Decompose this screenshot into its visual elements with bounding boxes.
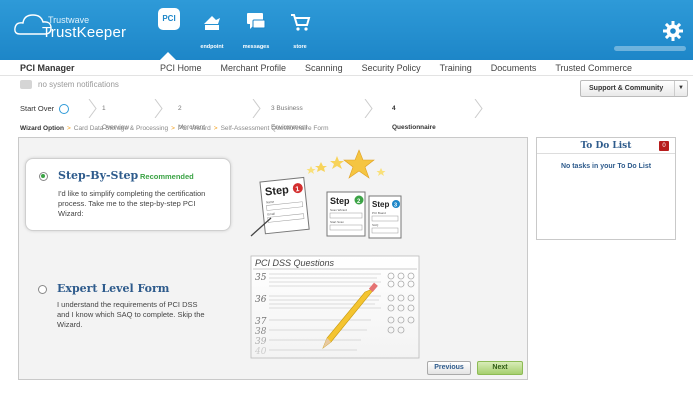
wizard-option-panel: Step-By-Step Recommended I'd like to sim… <box>18 137 528 380</box>
pci-icon: PCI <box>158 8 180 30</box>
support-community-button[interactable]: Support & Community ▼ <box>580 80 688 97</box>
svg-text:Start Scan: Start Scan <box>330 220 344 224</box>
menu-scanning[interactable]: Scanning <box>305 63 343 73</box>
system-notifications: no system notifications <box>20 80 119 89</box>
step3-label: Step <box>372 200 389 209</box>
svg-text:36: 36 <box>255 295 267 305</box>
expert-level-radio[interactable] <box>38 285 47 294</box>
nav-store-label: store <box>293 44 307 50</box>
chevron-right-icon <box>364 99 373 118</box>
breadcrumb-saq-form[interactable]: Self-Assessment Questionnaire Form <box>221 125 329 132</box>
step-by-step-desc-line3: Wizard: <box>58 209 84 218</box>
top-navigation: PCI endpoint messages store <box>146 0 322 60</box>
step-by-step-desc-line2: process. Take me to the step-by-step PCI <box>58 199 196 208</box>
step-cards-illustration: Step 1 Name Email Step 2 Scan Wizard Sta… <box>250 149 402 239</box>
questionnaire-form-illustration: PCI DSS Questions 35 36 37 38 39 40 <box>250 255 420 359</box>
todo-list-header: To Do List 0 <box>537 138 675 154</box>
nav-endpoint-label: endpoint <box>200 44 224 50</box>
step3-number: 3 <box>394 203 397 209</box>
main-menu: PCI Home Merchant Profile Scanning Secur… <box>160 63 651 73</box>
breadcrumb-card-data[interactable]: Card Data Storage & Processing <box>74 125 168 132</box>
todo-list-panel: To Do List 0 No tasks in your To Do List <box>536 137 676 240</box>
messages-icon <box>247 13 266 29</box>
user-account-area[interactable] <box>614 46 686 51</box>
start-over-link[interactable]: Start Over <box>20 100 70 117</box>
wizard-step-overview[interactable]: 1 Overview <box>102 99 129 131</box>
expert-level-desc-line3: Wizard. <box>57 320 83 329</box>
todo-empty-message: No tasks in your To Do List <box>560 163 652 170</box>
stars-icon <box>306 149 386 179</box>
chevron-right-icon <box>154 99 163 118</box>
chevron-right-icon <box>88 99 97 118</box>
svg-text:39: 39 <box>255 337 267 347</box>
menu-pci-home[interactable]: PCI Home <box>160 63 202 73</box>
next-button[interactable]: Next <box>477 361 523 375</box>
svg-text:40: 40 <box>254 347 267 357</box>
svg-text:35: 35 <box>255 273 267 283</box>
menu-training[interactable]: Training <box>440 63 472 73</box>
chevron-right-icon <box>474 99 483 118</box>
notification-bubble-icon <box>20 80 32 89</box>
step-by-step-desc-line1: I'd like to simplify completing the cert… <box>58 189 206 198</box>
breadcrumb: Wizard Option > Card Data Storage & Proces… <box>20 125 329 132</box>
app-navigation: PCI Manager PCI Home Merchant Profile Sc… <box>0 60 693 76</box>
nav-pci[interactable]: PCI <box>146 0 190 60</box>
form-title: PCI DSS Questions <box>255 258 335 268</box>
nav-endpoint[interactable]: endpoint <box>190 0 234 60</box>
top-bar: Trustwave TrustKeeper PCI endpoint messa… <box>0 0 693 60</box>
step-by-step-radio[interactable] <box>39 172 48 181</box>
svg-text:PCI Board: PCI Board <box>372 211 386 215</box>
expert-level-desc-line2: and I know which SAQ to complete. Skip t… <box>57 310 205 319</box>
nav-store[interactable]: store <box>278 0 322 60</box>
logo-product-text: TrustKeeper <box>42 24 127 41</box>
svg-text:38: 38 <box>255 327 267 337</box>
endpoint-icon <box>204 16 220 30</box>
nav-messages[interactable]: messages <box>234 0 278 60</box>
step1-label: Step <box>264 184 289 198</box>
previous-button[interactable]: Previous <box>427 361 471 375</box>
step2-label: Step <box>330 196 350 206</box>
recommended-badge: Recommended <box>140 172 194 181</box>
menu-documents[interactable]: Documents <box>491 63 537 73</box>
svg-text:SAQ: SAQ <box>372 223 379 227</box>
wizard-step-business-environment[interactable]: 3 Business Environment <box>271 99 308 131</box>
svg-text:Email: Email <box>267 212 275 217</box>
restart-icon <box>59 103 70 114</box>
menu-security-policy[interactable]: Security Policy <box>362 63 421 73</box>
store-cart-icon <box>291 14 311 31</box>
expert-level-desc-line1: I understand the requirements of PCI DSS <box>57 300 198 309</box>
support-label: Support & Community <box>589 85 664 92</box>
step-by-step-title: Step-By-Step <box>58 169 139 182</box>
svg-text:37: 37 <box>255 317 267 327</box>
wizard-step-merchant-profile[interactable]: 2 Merchant Profile <box>178 99 205 150</box>
expert-level-title[interactable]: Expert Level Form <box>57 282 169 295</box>
menu-trusted-commerce[interactable]: Trusted Commerce <box>555 63 632 73</box>
chevron-right-icon <box>252 99 261 118</box>
todo-count-badge: 0 <box>659 141 669 151</box>
chevron-down-icon[interactable]: ▼ <box>674 81 687 96</box>
start-over-label: Start Over <box>20 104 55 113</box>
step-by-step-option[interactable]: Step-By-Step Recommended I'd like to sim… <box>25 158 231 231</box>
breadcrumb-pci-wizard[interactable]: PCI Wizard <box>178 125 211 132</box>
app-title: PCI Manager <box>20 63 75 73</box>
wizard-step-questionnaire[interactable]: 4 Questionnaire <box>392 99 436 131</box>
trustkeeper-logo[interactable]: Trustwave TrustKeeper <box>14 10 134 46</box>
todo-list-title: To Do List <box>580 141 632 151</box>
gear-icon[interactable] <box>662 20 684 42</box>
nav-messages-label: messages <box>242 44 270 50</box>
breadcrumb-wizard-option[interactable]: Wizard Option <box>20 125 64 132</box>
notifications-text: no system notifications <box>38 80 119 89</box>
svg-text:Scan Wizard: Scan Wizard <box>330 208 347 212</box>
menu-merchant-profile[interactable]: Merchant Profile <box>221 63 287 73</box>
